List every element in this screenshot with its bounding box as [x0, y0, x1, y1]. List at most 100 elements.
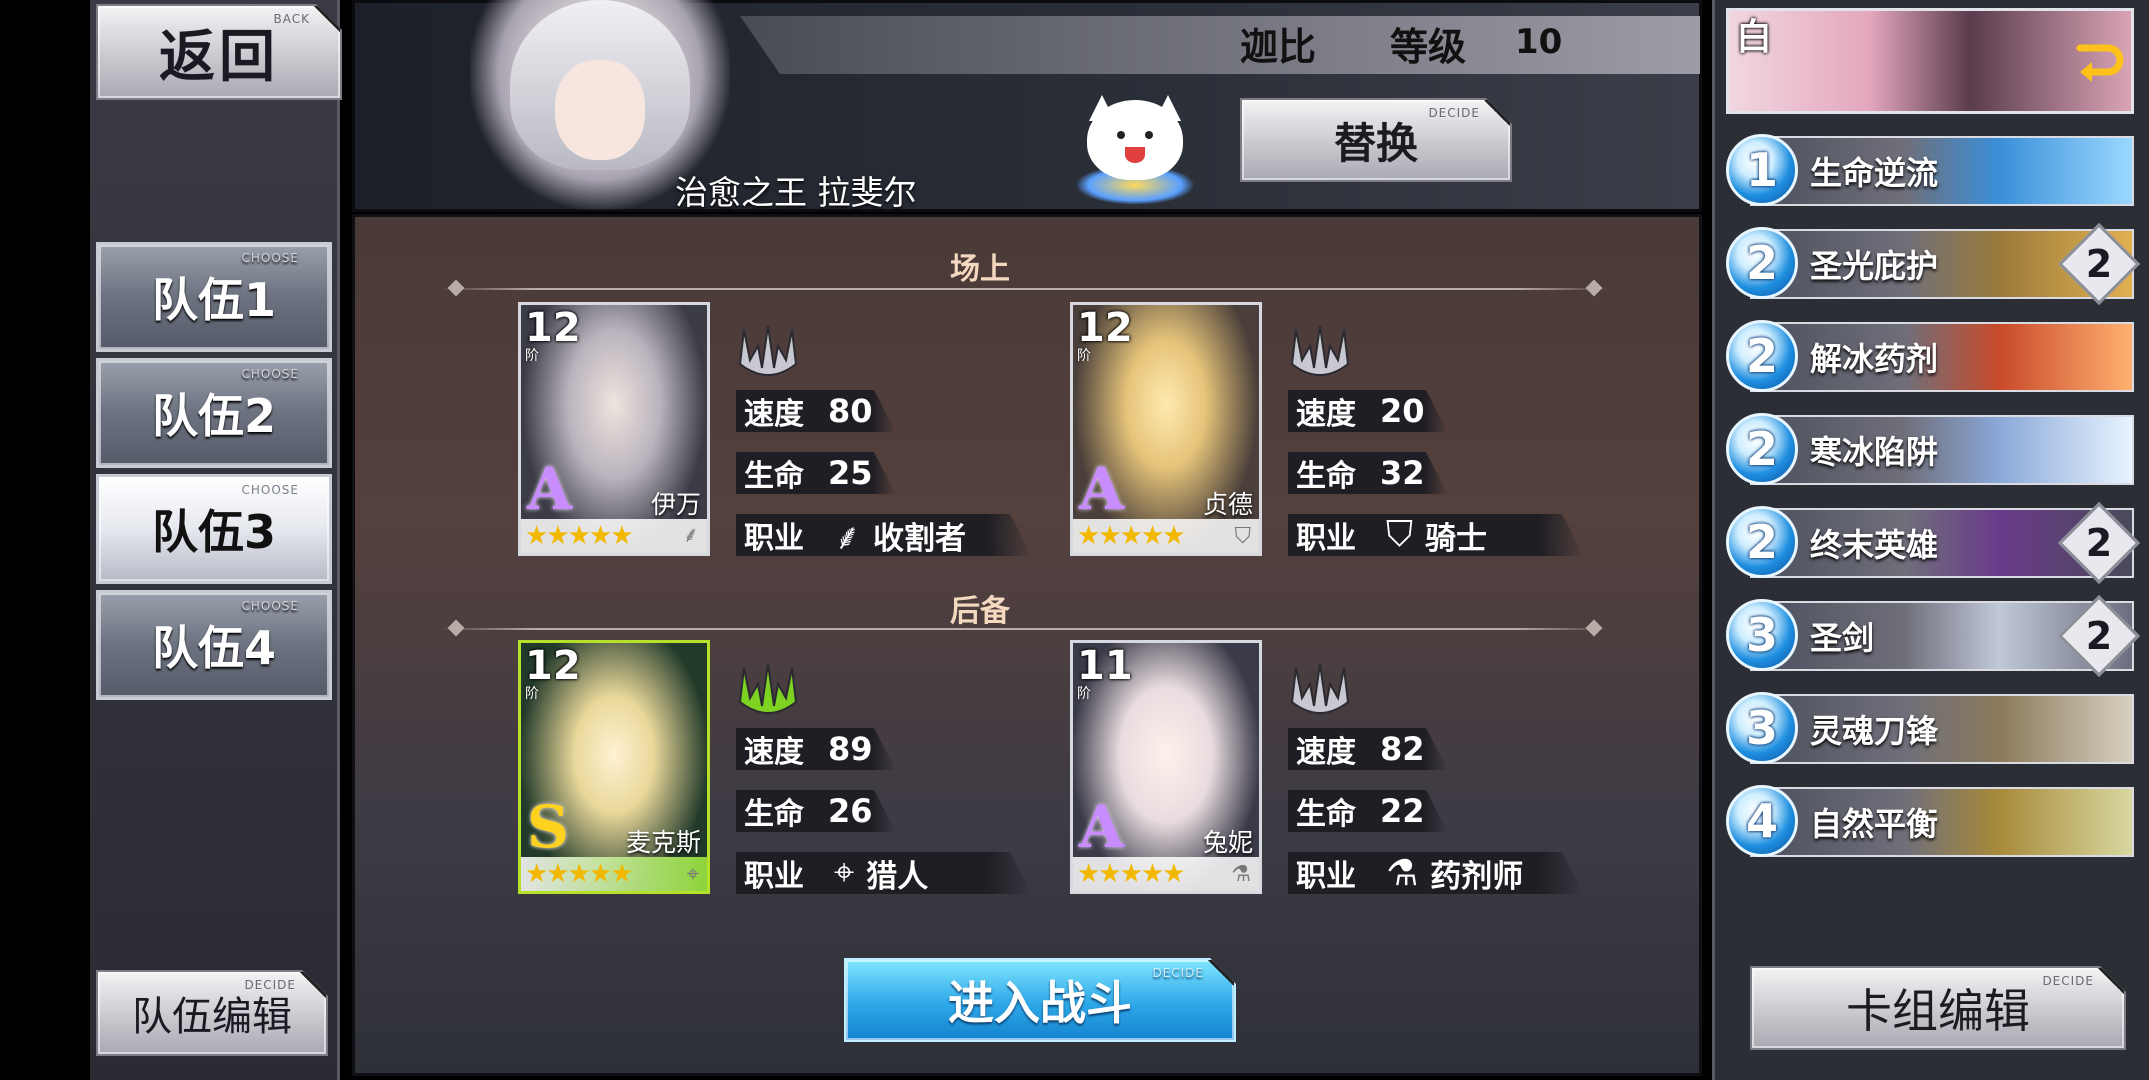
deck-card-row[interactable]: 2 终末英雄 2: [1726, 501, 2141, 585]
team-2-tab[interactable]: 队伍2 CHOOSE: [96, 358, 332, 468]
onfield-section-title: 场上: [950, 252, 1010, 287]
deck-card-row[interactable]: 4 自然平衡: [1726, 785, 2134, 859]
stat-class-label: 职业: [744, 521, 804, 556]
class-crest-icon: [736, 658, 800, 720]
shield-sword-icon: ⛉: [1386, 514, 1414, 555]
deck-card-row[interactable]: 3 圣剑 2: [1726, 594, 2141, 678]
stat-speed-label: 速度: [744, 735, 804, 770]
deck-card-name: 生命逆流: [1810, 154, 1939, 192]
level-label: 等级: [1390, 25, 1467, 69]
card-count: 2: [2085, 614, 2113, 658]
stat-hp-value: 26: [828, 792, 873, 830]
deck-card-name: 解冰药剂: [1810, 340, 1939, 378]
card-count: 2: [2085, 242, 2113, 286]
deck-card-name: 自然平衡: [1810, 805, 1939, 843]
character-tier-suffix: 阶: [525, 686, 539, 702]
cost-gem: 1: [1726, 134, 1798, 206]
stat-class-value: 药剂师: [1430, 858, 1524, 895]
deck-card-name: 圣剑: [1810, 619, 1875, 657]
cost-gem: 3: [1726, 692, 1798, 764]
stat-class-row: 职业 ⚗ 药剂师: [1288, 852, 1584, 894]
stat-speed-value: 89: [828, 730, 873, 768]
team-edit-sub-label: DECIDE: [244, 978, 296, 992]
scythe-icon: ⸙: [682, 523, 699, 548]
deck-card-row[interactable]: 2 寒冰陷阱: [1726, 413, 2134, 487]
enter-battle-sub-label: DECIDE: [1152, 966, 1204, 980]
stat-speed-value: 20: [1380, 392, 1425, 430]
team-4-sub-label: CHOOSE: [241, 599, 299, 613]
character-tier-suffix: 阶: [525, 348, 539, 364]
deck-card-name: 灵魂刀锋: [1810, 712, 1939, 750]
team-edit-label: 队伍编辑: [132, 994, 292, 1040]
stat-speed-row: 速度 80: [736, 390, 896, 432]
stat-hp-row: 生命 22: [1288, 790, 1448, 832]
stat-hp-label: 生命: [1296, 459, 1356, 494]
character-tier-suffix: 阶: [1077, 686, 1091, 702]
team-4-tab[interactable]: 队伍4 CHOOSE: [96, 590, 332, 700]
stat-hp-value: 22: [1380, 792, 1425, 830]
stat-hp-label: 生命: [1296, 797, 1356, 832]
stat-hp-row: 生命 32: [1288, 452, 1448, 494]
reserve-divider: [440, 628, 1610, 630]
cost-gem: 4: [1726, 785, 1798, 857]
team-edit-button[interactable]: 队伍编辑 DECIDE: [96, 970, 328, 1056]
stat-hp-value: 25: [828, 454, 873, 492]
team-3-tab[interactable]: 队伍3 CHOOSE: [96, 474, 332, 584]
deck-card-row[interactable]: 2 解冰药剂: [1726, 320, 2134, 394]
team-2-label: 队伍2: [151, 389, 276, 443]
onfield-character-card-1[interactable]: 12 阶 A 伊万 ★★★★★ ⸙: [518, 302, 710, 556]
cost-gem: 2: [1726, 227, 1798, 299]
reserve-character-card-2[interactable]: 11 阶 A 兔妮 ★★★★★ ⚗: [1070, 640, 1262, 894]
character-tier-suffix: 阶: [1077, 348, 1091, 364]
deck-edit-sub-label: DECIDE: [2042, 974, 2094, 988]
deck-edit-label: 卡组编辑: [1846, 984, 2030, 1038]
character-rank: A: [1079, 793, 1125, 861]
character-name: 麦克斯: [625, 828, 701, 857]
team-2-sub-label: CHOOSE: [241, 367, 299, 381]
deck-card-name: 寒冰陷阱: [1810, 433, 1939, 471]
reserve-section-title: 后备: [950, 594, 1010, 629]
card-count: 2: [2085, 521, 2113, 565]
stat-class-label: 职业: [1296, 521, 1356, 556]
character-rank: A: [527, 455, 573, 523]
replace-leader-button[interactable]: 替换 DECIDE: [1240, 98, 1512, 182]
bow-icon: ⌖: [834, 852, 855, 893]
deck-card-art: [1750, 322, 2134, 392]
stat-class-value: 收割者: [873, 520, 967, 557]
enter-battle-button[interactable]: 进入战斗 DECIDE: [844, 958, 1236, 1042]
flask-icon: ⚗: [1231, 862, 1251, 887]
class-crest-icon: [736, 320, 800, 382]
cost-gem: 2: [1726, 506, 1798, 578]
stat-speed-label: 速度: [1296, 397, 1356, 432]
onfield-character-card-2[interactable]: 12 阶 A 贞德 ★★★★★ ⛉: [1070, 302, 1262, 556]
cost-gem: 3: [1726, 599, 1798, 671]
team-3-sub-label: CHOOSE: [241, 483, 299, 497]
team-1-label: 队伍1: [151, 273, 276, 327]
deck-card-row[interactable]: 1 生命逆流: [1726, 134, 2134, 208]
stat-speed-label: 速度: [1296, 735, 1356, 770]
stat-speed-row: 速度 20: [1288, 390, 1448, 432]
character-name: 贞德: [1202, 490, 1253, 519]
back-sub-label: BACK: [273, 12, 310, 26]
stat-hp-label: 生命: [744, 797, 804, 832]
stat-hp-label: 生命: [744, 459, 804, 494]
star-rating: ★★★★★: [521, 519, 707, 553]
stat-hp-row: 生命 26: [736, 790, 896, 832]
player-name: 迦比: [1240, 25, 1317, 69]
deck-switch-icon[interactable]: [2072, 38, 2124, 82]
enter-battle-label: 进入战斗: [948, 976, 1132, 1030]
team-1-tab[interactable]: 队伍1 CHOOSE: [96, 242, 332, 352]
deck-card-row[interactable]: 2 圣光庇护 2: [1726, 222, 2141, 306]
cost-gem: 2: [1726, 320, 1798, 392]
stat-hp-value: 32: [1380, 454, 1425, 492]
stat-hp-row: 生命 25: [736, 452, 896, 494]
deck-edit-button[interactable]: 卡组编辑 DECIDE: [1750, 966, 2126, 1050]
stat-class-row: 职业 ⸙ 收割者: [736, 514, 1032, 556]
replace-sub-label: DECIDE: [1428, 106, 1480, 120]
stat-class-row: 职业 ⛉ 骑士: [1288, 514, 1584, 556]
back-button[interactable]: 返回 BACK: [96, 4, 342, 100]
deck-card-art: [1750, 136, 2134, 206]
deck-card-row[interactable]: 3 灵魂刀锋: [1726, 692, 2134, 766]
stat-speed-label: 速度: [744, 397, 804, 432]
reserve-character-card-1[interactable]: 12 阶 S 麦克斯 ★★★★★ ⌖: [518, 640, 710, 894]
